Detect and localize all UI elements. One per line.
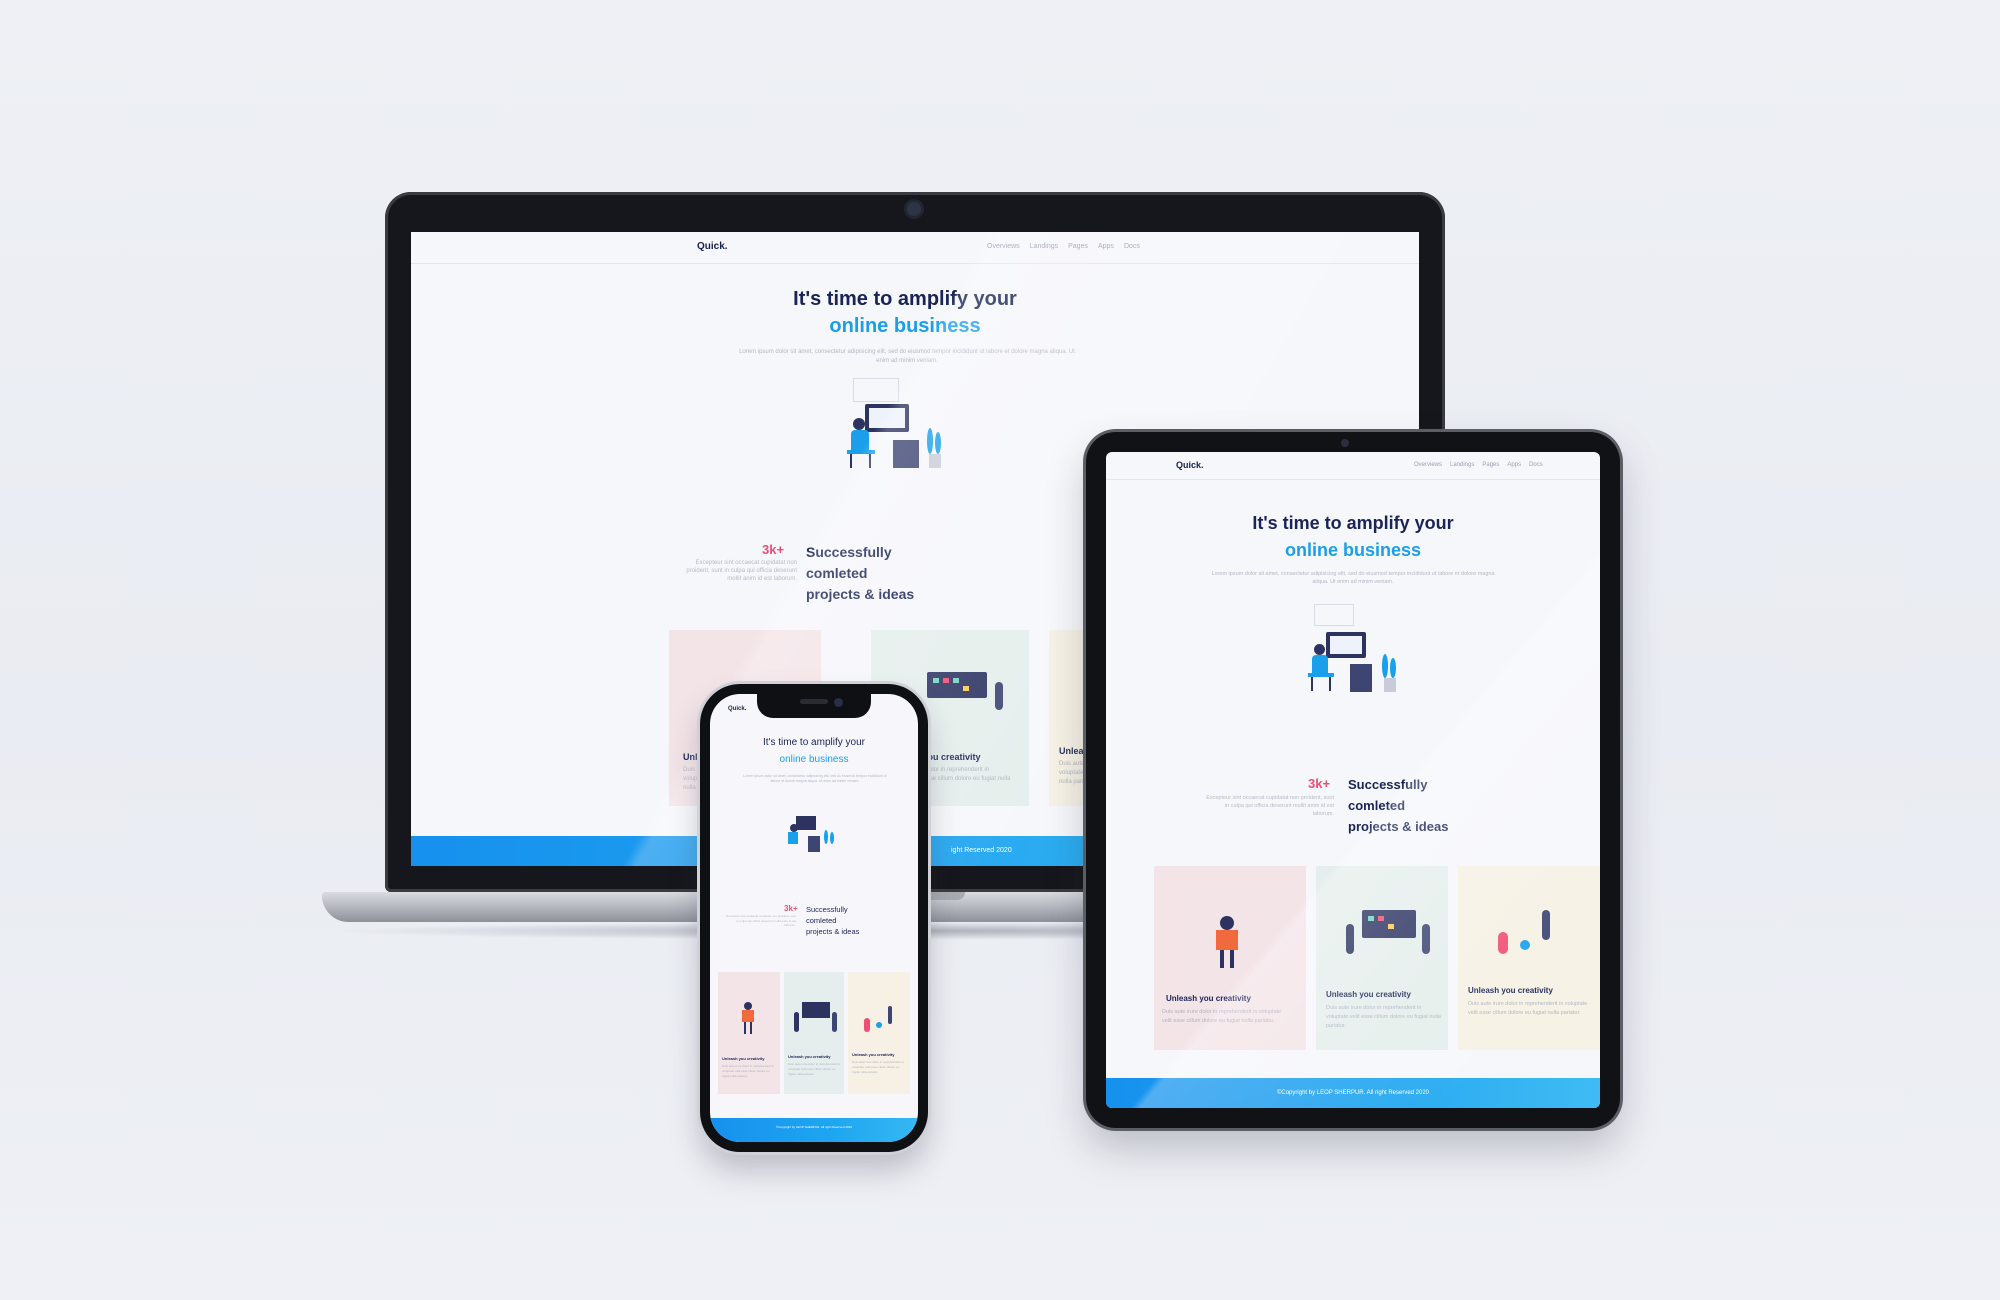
logo[interactable]: Quick. (728, 706, 746, 712)
feature-card: Unleash you creativity Duis aute irure d… (1458, 866, 1600, 1050)
logo-text: Quick. (1176, 460, 1204, 470)
phone-speaker (800, 699, 828, 704)
stat-label: Successfully comleted projects & ideas (1348, 774, 1448, 837)
feature-card: Unleash you creativity Duis aute irure d… (1316, 866, 1448, 1050)
tablet-navbar: Quick. Overviews Landings Pages Apps Doc… (1106, 452, 1600, 480)
phone-site: Quick. It's time to amplify your online … (710, 694, 918, 1142)
nav-link-overviews[interactable]: Overviews (1414, 462, 1442, 468)
stat-text: Excepteur sint occaecat cupidatat non pr… (1206, 795, 1334, 817)
feature-card: Unleash you creativity Duis aute irure d… (784, 972, 844, 1094)
phone-camera-icon (834, 698, 843, 707)
logo-text: Quick. (697, 241, 728, 252)
footer-text: ©Copyright by LEOP SHERPUR. All right Re… (1276, 1090, 1430, 1096)
footer-text: ©Copyright by LEOP SHERPUR. All right Re… (775, 1125, 853, 1129)
nav-links: Overviews Landings Pages Apps Docs (987, 243, 1140, 250)
hero-title-line1: It's time to amplify your (763, 737, 865, 748)
nav-link-apps[interactable]: Apps (1507, 462, 1521, 468)
phone-notch (757, 692, 871, 718)
footer: ©Copyright by LEOP SHERPUR. All right Re… (1106, 1078, 1600, 1108)
hero-title: It's time to amplify your online busines… (1106, 510, 1600, 564)
hero-title-line1: It's time to amplify your (793, 288, 1017, 310)
feature-card: Unleash you creativity Duis aute irure d… (848, 972, 910, 1094)
hero-title-line1: It's time to amplify your (1252, 513, 1454, 533)
hero-title-accent: online business (779, 754, 849, 765)
card-text: Duis aute irure dolor in reprehenderit i… (852, 1060, 905, 1074)
logo-text: Quick. (728, 706, 747, 712)
card-title: Unleash you creativity (1468, 986, 1553, 995)
laptop-navbar: Quick. Overviews Landings Pages Apps Doc… (411, 232, 1419, 264)
hero-illustration (831, 374, 981, 474)
tablet-camera-icon (1341, 439, 1349, 447)
footer-text: ight Reserved 2020 (951, 847, 1012, 854)
stat-number: 3k+ (784, 904, 798, 913)
stat-label: Successfully comleted projects & ideas (806, 904, 859, 937)
stat-label-line1: Successfully (806, 544, 892, 560)
stat-label-line3: projects & ideas (806, 927, 860, 936)
hero-title: It's time to amplify your online busines… (710, 734, 918, 768)
hero-illustration (784, 800, 844, 860)
stat-label-line1: Successfully (1348, 777, 1428, 792)
logo[interactable]: Quick. (1176, 460, 1204, 470)
stat-label-line2: comleted (1348, 798, 1406, 813)
nav-link-landings[interactable]: Landings (1030, 243, 1058, 250)
stat-label: Successfully comleted projects & ideas (806, 542, 914, 605)
stat-label-line2: comleted (806, 565, 868, 581)
tablet-screen: Quick. Overviews Landings Pages Apps Doc… (1106, 452, 1600, 1108)
footer: ©Copyright by LEOP SHERPUR. All right Re… (710, 1118, 918, 1142)
stat-text: Excepteur sint occaecat cupidatat non pr… (686, 560, 797, 582)
stat-number: 3k+ (1308, 776, 1331, 791)
stat-label-line2: comleted (806, 916, 837, 925)
nav-link-docs[interactable]: Docs (1124, 243, 1140, 250)
hero-title-accent: online business (1284, 540, 1422, 560)
card-text: Duis aute irure dolor in reprehenderit i… (722, 1064, 775, 1078)
hero-illustration (1302, 600, 1412, 700)
card-text: Duis aute irure dolor in reprehenderit i… (1468, 1001, 1588, 1016)
card-title: Unleash you creativity (722, 1056, 765, 1061)
nav-link-pages[interactable]: Pages (1482, 462, 1499, 468)
stat-label-line3: projects & ideas (806, 586, 915, 602)
nav-link-docs[interactable]: Docs (1529, 462, 1543, 468)
stat-label-line1: Successfully (806, 905, 848, 914)
tablet-site: Quick. Overviews Landings Pages Apps Doc… (1106, 452, 1600, 1108)
card-title: Unleash you creativity (788, 1054, 831, 1059)
stat-text: Excepteur sint occaecat cupidatat non pr… (726, 914, 796, 927)
card-title: Unleash you creativity (852, 1052, 895, 1057)
card-title: Unleash you creativity (1166, 994, 1251, 1003)
nav-link-pages[interactable]: Pages (1068, 243, 1088, 250)
stat-label-line3: projects & ideas (1348, 819, 1449, 834)
feature-card: Unleash you creativity Duis aute irure d… (718, 972, 780, 1094)
nav-link-landings[interactable]: Landings (1450, 462, 1474, 468)
hero-text: Lorem ipsum dolor sit amet, consectetur … (739, 349, 1075, 364)
feature-card: Unleash you creativity Duis aute irure d… (1154, 866, 1306, 1050)
card-text: Duis aute irure dolor in reprehenderit i… (1326, 1005, 1441, 1029)
stat-number: 3k+ (762, 542, 785, 557)
hero-text: Lorem ipsum dolor sit amet, consectetur … (1211, 571, 1495, 585)
nav-link-apps[interactable]: Apps (1098, 243, 1114, 250)
card-title: Unleash you creativity (1326, 990, 1411, 999)
card-text: Duis aute irure dolor in reprehenderit i… (788, 1062, 841, 1076)
card-text: Duis aute irure dolor in reprehenderit i… (1162, 1009, 1282, 1024)
hero-title-accent: online business (829, 315, 981, 337)
hero-text: Lorem ipsum dolor sit amet, consectetur … (743, 774, 887, 783)
hero-title: It's time to amplify your online busines… (411, 286, 1409, 340)
logo[interactable]: Quick. (697, 241, 728, 252)
laptop-camera-icon (907, 202, 921, 216)
nav-link-overviews[interactable]: Overviews (987, 243, 1020, 250)
nav-links: Overviews Landings Pages Apps Docs (1414, 462, 1543, 468)
phone-screen: Quick. It's time to amplify your online … (710, 694, 918, 1142)
